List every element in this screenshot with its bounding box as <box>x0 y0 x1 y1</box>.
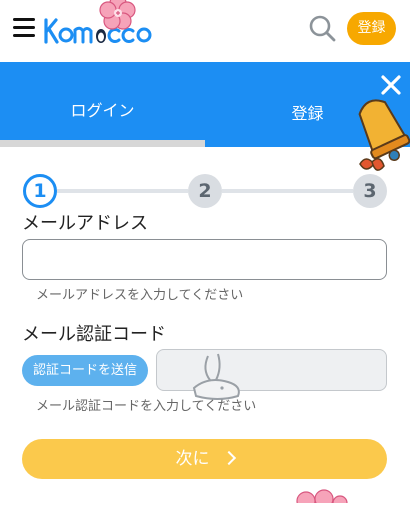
step-connector <box>222 189 353 193</box>
next-button-label: 次に <box>175 449 210 469</box>
site-header: 登録 <box>0 0 410 60</box>
next-button[interactable]: 次に <box>22 439 387 479</box>
logo-graphic <box>44 0 152 44</box>
close-icon[interactable] <box>380 74 402 96</box>
step-2-indicator: 2 <box>188 174 222 208</box>
search-icon[interactable] <box>308 14 336 42</box>
chevron-right-icon <box>221 450 236 466</box>
bell-mascot-icon <box>352 94 410 180</box>
step-connector <box>57 189 188 193</box>
step-3-indicator: 3 <box>353 174 387 208</box>
tab-login-indicator <box>0 140 205 147</box>
email-hint: メールアドレスを入力してください <box>36 288 244 303</box>
tab-login[interactable]: ログイン <box>0 62 205 140</box>
verification-code-hint: メール認証コードを入力してください <box>36 399 257 414</box>
send-code-button[interactable]: 認証コードを送信 <box>22 355 148 386</box>
auth-tabs: ログイン 登録 <box>0 62 410 140</box>
site-logo[interactable] <box>44 0 160 50</box>
verification-code-label: メール認証コード <box>22 324 166 345</box>
flower-decoration-icon <box>290 488 350 507</box>
header-register-button[interactable]: 登録 <box>347 12 396 45</box>
hamburger-icon[interactable] <box>13 18 35 38</box>
email-field[interactable] <box>22 239 387 280</box>
step-1-indicator: 1 <box>23 174 57 208</box>
email-label: メールアドレス <box>22 213 148 234</box>
